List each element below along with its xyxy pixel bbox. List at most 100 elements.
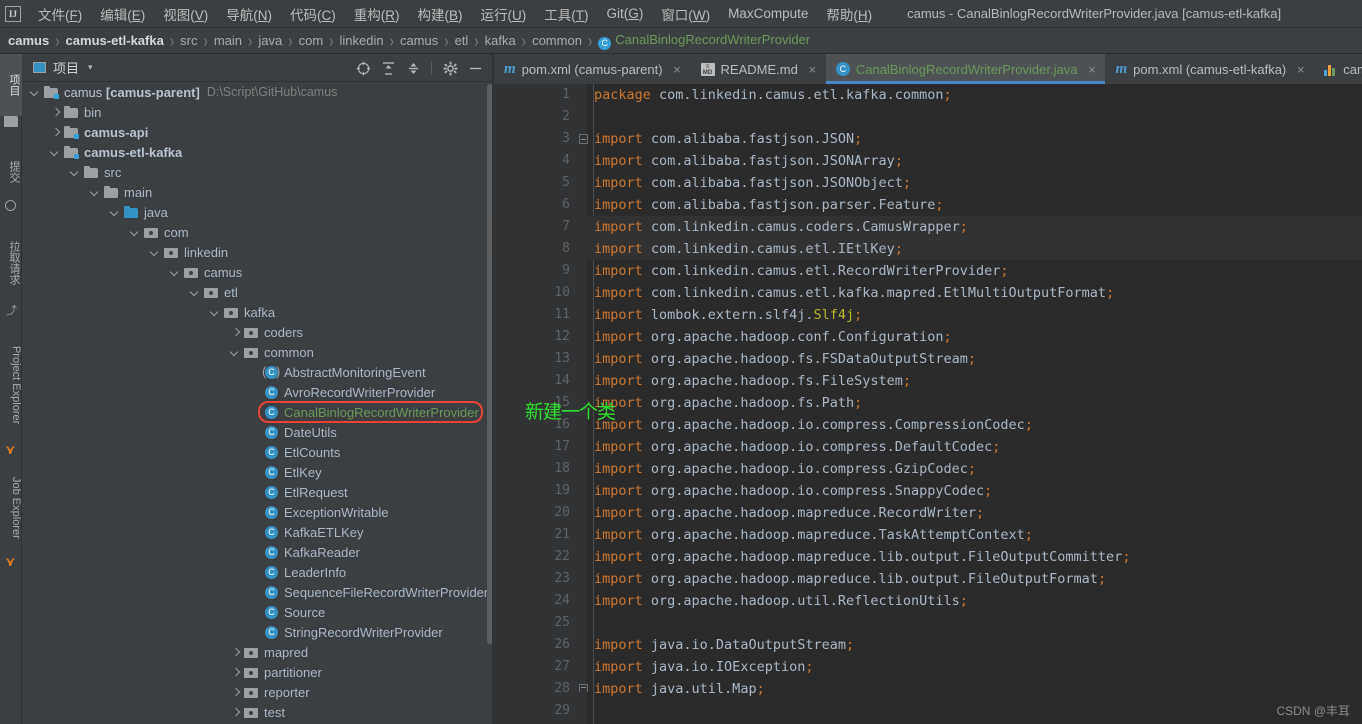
breadcrumb-item-src[interactable]: src: [180, 33, 197, 48]
code-line[interactable]: 28 import java.util.Map;: [494, 678, 1362, 700]
select-opened-file-button[interactable]: [352, 57, 374, 79]
tool-button-job-explorer[interactable]: Job Explorer: [0, 464, 22, 552]
chevron-down-icon[interactable]: [190, 287, 201, 298]
tree-node[interactable]: main: [22, 182, 492, 202]
code-line[interactable]: 12 import org.apache.hadoop.conf.Configur…: [494, 326, 1362, 348]
code-line[interactable]: 4 import com.alibaba.fastjson.JSONArray;: [494, 150, 1362, 172]
code-line[interactable]: 24 import org.apache.hadoop.util.Reflecti…: [494, 590, 1362, 612]
tree-node[interactable]: partitioner: [22, 662, 492, 682]
tool-button-commit[interactable]: 提交: [0, 144, 22, 200]
chevron-down-icon[interactable]: [130, 227, 141, 238]
editor-tab-4[interactable]: camus.: [1314, 54, 1362, 84]
tree-node[interactable]: C KafkaETLKey: [22, 522, 492, 542]
project-tree[interactable]: camus [camus-parent] D:\Script\GitHub\cam…: [22, 82, 492, 724]
breadcrumb-item-main[interactable]: main: [214, 33, 242, 48]
breadcrumb-item-kafka[interactable]: kafka: [485, 33, 516, 48]
breadcrumb-item-camus[interactable]: camus: [8, 33, 49, 48]
menu-item-2[interactable]: 视图(V): [154, 2, 217, 26]
tree-node[interactable]: camus [camus-parent] D:\Script\GitHub\cam…: [22, 82, 492, 102]
tree-node[interactable]: src: [22, 162, 492, 182]
editor-tab-2[interactable]: C CanalBinlogRecordWriterProvider.java ×: [825, 54, 1106, 84]
code-line[interactable]: 15 import org.apache.hadoop.fs.Path;: [494, 392, 1362, 414]
code-line[interactable]: 21 import org.apache.hadoop.mapreduce.Tas…: [494, 524, 1362, 546]
collapse-all-button[interactable]: [402, 57, 424, 79]
chevron-right-icon[interactable]: [230, 667, 241, 678]
tree-node[interactable]: etl: [22, 282, 492, 302]
editor-tab-1[interactable]: ≡ MD README.md ×: [691, 54, 826, 84]
chevron-right-icon[interactable]: [50, 107, 61, 118]
menu-item-8[interactable]: 工具(T): [535, 2, 597, 26]
chevron-right-icon[interactable]: [230, 707, 241, 718]
tree-node[interactable]: camus-api: [22, 122, 492, 142]
tree-node[interactable]: C AvroRecordWriterProvider: [22, 382, 492, 402]
code-line[interactable]: 6 import com.alibaba.fastjson.parser.Feat…: [494, 194, 1362, 216]
editor-tab-3[interactable]: m pom.xml (camus-etl-kafka) ×: [1105, 54, 1314, 84]
tree-node[interactable]: bin: [22, 102, 492, 122]
tree-node[interactable]: C SequenceFileRecordWriterProvider: [22, 582, 492, 602]
menu-item-4[interactable]: 代码(C): [281, 2, 345, 26]
tree-node[interactable]: camus: [22, 262, 492, 282]
chevron-right-icon[interactable]: [230, 687, 241, 698]
code-line[interactable]: 18 import org.apache.hadoop.io.compress.G…: [494, 458, 1362, 480]
code-line[interactable]: 26 import java.io.DataOutputStream;: [494, 634, 1362, 656]
code-line[interactable]: 5 import com.alibaba.fastjson.JSONObject;: [494, 172, 1362, 194]
chevron-down-icon[interactable]: [210, 307, 221, 318]
breadcrumb-current-class[interactable]: C CanalBinlogRecordWriterProvider: [598, 32, 810, 50]
code-line[interactable]: 19 import org.apache.hadoop.io.compress.S…: [494, 480, 1362, 502]
breadcrumb[interactable]: camus › camus-etl-kafka › src › main › java › com ›…: [0, 28, 1362, 54]
chevron-down-icon[interactable]: [150, 247, 161, 258]
tree-node[interactable]: kafka: [22, 302, 492, 322]
breadcrumb-item-linkedin[interactable]: linkedin: [340, 33, 384, 48]
tree-node[interactable]: C ExceptionWritable: [22, 502, 492, 522]
tree-node[interactable]: reporter: [22, 682, 492, 702]
code-editor[interactable]: 1 package com.linkedin.camus.etl.kafka.co…: [494, 84, 1362, 724]
chevron-down-icon[interactable]: [110, 207, 121, 218]
chevron-right-icon[interactable]: [50, 127, 61, 138]
menu-item-6[interactable]: 构建(B): [409, 2, 472, 26]
chevron-down-icon[interactable]: [170, 267, 181, 278]
menu-item-3[interactable]: 导航(N): [217, 2, 281, 26]
close-icon[interactable]: ×: [807, 62, 818, 77]
close-icon[interactable]: ×: [672, 62, 683, 77]
breadcrumb-item-com[interactable]: com: [299, 33, 324, 48]
breadcrumb-item-camus[interactable]: camus: [400, 33, 438, 48]
code-line[interactable]: 25: [494, 612, 1362, 634]
code-line[interactable]: 9 import com.linkedin.camus.etl.RecordWri…: [494, 260, 1362, 282]
code-line[interactable]: 1 package com.linkedin.camus.etl.kafka.co…: [494, 84, 1362, 106]
code-line[interactable]: 14 import org.apache.hadoop.fs.FileSystem…: [494, 370, 1362, 392]
code-line[interactable]: 2: [494, 106, 1362, 128]
menu-item-10[interactable]: 窗口(W): [652, 2, 719, 26]
breadcrumb-item-java[interactable]: java: [258, 33, 282, 48]
code-line[interactable]: 7 import com.linkedin.camus.coders.CamusW…: [494, 216, 1362, 238]
code-line[interactable]: 23 import org.apache.hadoop.mapreduce.lib…: [494, 568, 1362, 590]
code-line[interactable]: 29: [494, 700, 1362, 722]
tool-button-pull-requests[interactable]: 拉取请求: [0, 224, 22, 302]
tree-node[interactable]: C EtlKey: [22, 462, 492, 482]
tree-node[interactable]: C EtlCounts: [22, 442, 492, 462]
chevron-down-icon[interactable]: [90, 187, 101, 198]
tree-node[interactable]: C EtlRequest: [22, 482, 492, 502]
tool-button-project-explorer[interactable]: Project Explorer: [0, 330, 22, 440]
code-line[interactable]: 27 import java.io.IOException;: [494, 656, 1362, 678]
menu-item-9[interactable]: Git(G): [598, 4, 653, 23]
menu-item-5[interactable]: 重构(R): [345, 2, 409, 26]
code-line[interactable]: 3 import com.alibaba.fastjson.JSON;: [494, 128, 1362, 150]
chevron-down-icon[interactable]: [50, 147, 61, 158]
breadcrumb-item-etl[interactable]: etl: [455, 33, 469, 48]
tree-node[interactable]: C CanalBinlogRecordWriterProvider: [22, 402, 492, 422]
menu-item-12[interactable]: 帮助(H): [817, 2, 881, 26]
tree-node[interactable]: camus-etl-kafka: [22, 142, 492, 162]
code-line[interactable]: 17 import org.apache.hadoop.io.compress.D…: [494, 436, 1362, 458]
chevron-down-icon[interactable]: [30, 87, 41, 98]
code-line[interactable]: 8 import com.linkedin.camus.etl.IEtlKey;: [494, 238, 1362, 260]
tree-node[interactable]: C KafkaReader: [22, 542, 492, 562]
chevron-right-icon[interactable]: [230, 327, 241, 338]
tree-node[interactable]: com: [22, 222, 492, 242]
chevron-down-icon[interactable]: [230, 347, 241, 358]
tree-node[interactable]: C Source: [22, 602, 492, 622]
code-line[interactable]: 16 import org.apache.hadoop.io.compress.C…: [494, 414, 1362, 436]
menu-item-0[interactable]: 文件(F): [29, 2, 91, 26]
breadcrumb-item-camus-etl-kafka[interactable]: camus-etl-kafka: [66, 33, 164, 48]
chevron-down-icon[interactable]: [70, 167, 81, 178]
tree-node[interactable]: C DateUtils: [22, 422, 492, 442]
